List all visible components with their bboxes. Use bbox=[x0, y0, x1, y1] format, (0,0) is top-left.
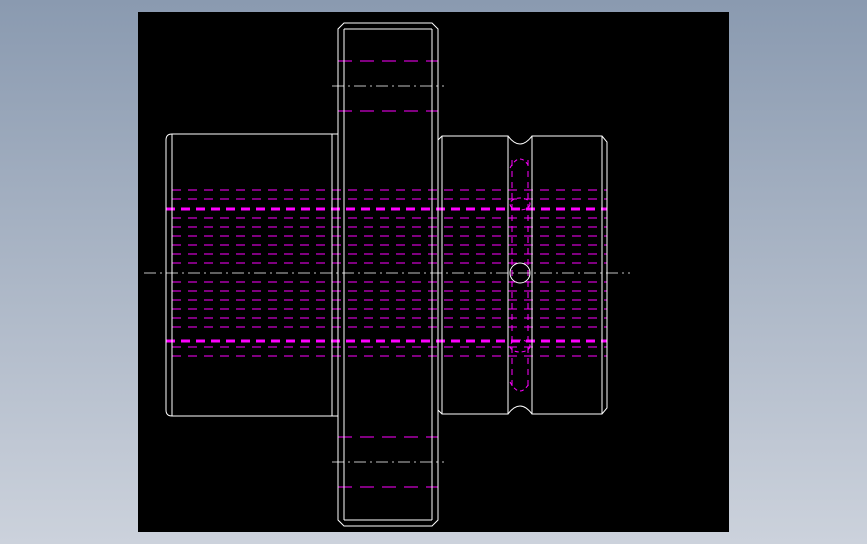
cad-drawing bbox=[0, 0, 867, 544]
drawing-canvas[interactable] bbox=[138, 12, 729, 532]
cad-viewport bbox=[0, 0, 867, 544]
